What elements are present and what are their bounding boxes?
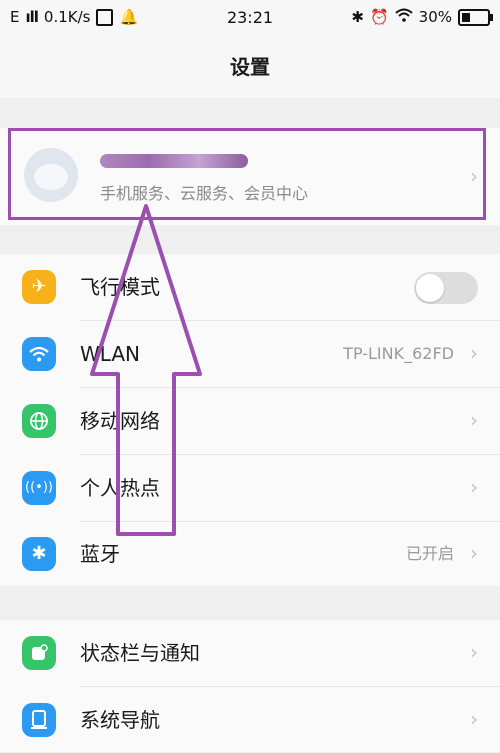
settings-group-network: ✈ 飞行模式 WLAN TP-LINK_62FD › 移动网络 › ((•)) … [0,254,500,586]
account-name-redacted [100,154,248,168]
row-label: 状态栏与通知 [80,641,200,665]
hotspot-row[interactable]: ((•)) 个人热点 › [0,455,500,521]
bluetooth-status: 已开启 [405,544,454,563]
chevron-right-icon: › [470,541,478,565]
account-subtitle: 手机服务、云服务、会员中心 [100,184,309,203]
airplane-mode-toggle[interactable] [414,272,478,304]
row-label: 蓝牙 [80,542,120,566]
chevron-right-icon: › [470,341,478,365]
system-navigation-row[interactable]: 系统导航 › [0,687,500,753]
status-right: ✱ ⏰ 30% [351,8,493,26]
row-label: 移动网络 [80,409,160,433]
wlan-network-name: TP-LINK_62FD [343,344,454,363]
hotspot-icon: ((•)) [22,471,56,505]
avatar [24,148,78,202]
battery-percent: 30% [418,8,452,26]
airplane-mode-row[interactable]: ✈ 飞行模式 [0,254,500,320]
chevron-right-icon: › [470,475,478,499]
status-bar-notification-row[interactable]: 状态栏与通知 › [0,620,500,686]
bluetooth-icon: ✱ [22,537,56,571]
wlan-row[interactable]: WLAN TP-LINK_62FD › [0,321,500,387]
airplane-icon: ✈ [22,270,56,304]
chevron-right-icon: › [470,640,478,664]
mobile-network-row[interactable]: 移动网络 › [0,388,500,454]
row-label: 系统导航 [80,708,160,732]
wifi-status-icon [394,8,413,26]
row-label: WLAN [80,342,141,366]
row-label: 飞行模式 [80,275,160,299]
battery-icon [458,8,493,26]
chevron-right-icon: › [470,707,478,731]
globe-icon [22,404,56,438]
settings-group-system: 状态栏与通知 › 系统导航 › [0,620,500,752]
bluetooth-status-icon: ✱ [351,8,364,26]
status-bar: E ıll 0.1K/s 🔔 23:21 ✱ ⏰ 30% [0,0,500,36]
page-title: 设置 [0,36,500,98]
notification-icon [22,636,56,670]
account-card[interactable]: 手机服务、云服务、会员中心 › [0,128,500,225]
chevron-right-icon: › [470,408,478,432]
bluetooth-row[interactable]: ✱ 蓝牙 已开启 › [0,521,500,587]
alarm-icon: ⏰ [369,8,389,26]
wifi-icon [22,337,56,371]
navigation-icon [22,703,56,737]
row-label: 个人热点 [80,476,160,500]
chevron-right-icon: › [470,164,478,188]
